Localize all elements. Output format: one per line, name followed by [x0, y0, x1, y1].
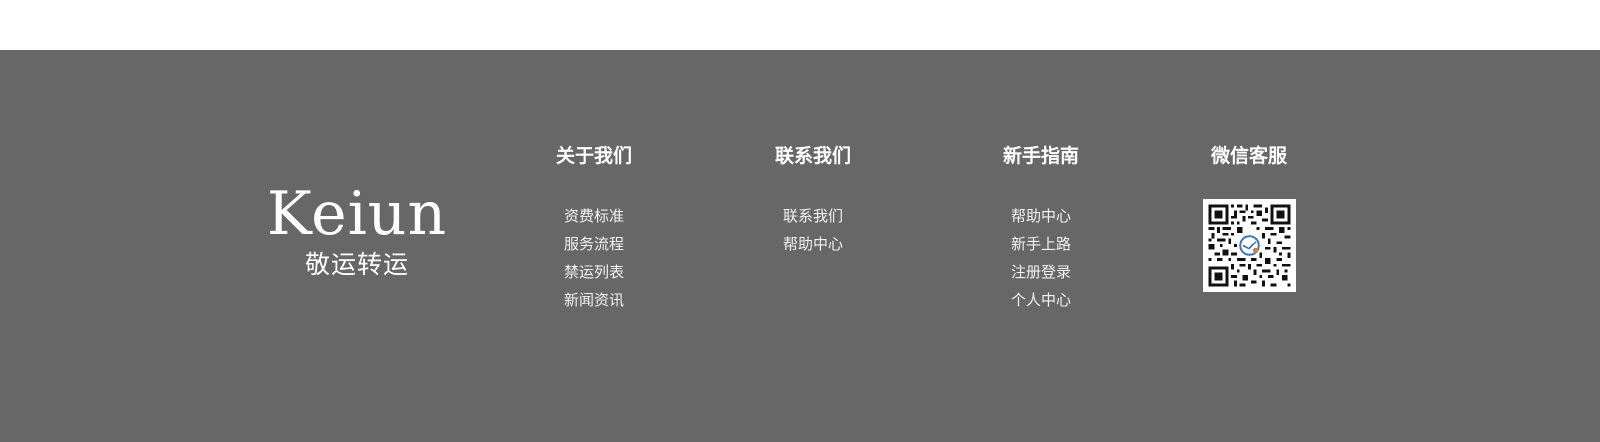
link-getting-started[interactable]: 新手上路	[961, 230, 1121, 258]
column-title-about: 关于我们	[555, 145, 632, 167]
link-help-center[interactable]: 帮助中心	[733, 230, 893, 258]
site-footer: Keiun 敬运转运 关于我们 资费标准 服务流程 禁运列表 新闻资讯 联系我们…	[0, 50, 1600, 442]
link-news[interactable]: 新闻资讯	[514, 286, 674, 314]
link-service-process[interactable]: 服务流程	[514, 230, 674, 258]
link-contact-us[interactable]: 联系我们	[733, 202, 893, 230]
column-title-contact: 联系我们	[774, 145, 851, 167]
page-top-blank	[0, 0, 1600, 50]
column-title-wechat: 微信客服	[1210, 145, 1287, 167]
footer-logo[interactable]: Keiun 敬运转运	[262, 184, 452, 280]
footer-column-contact: 联系我们 联系我们 帮助中心	[733, 144, 893, 258]
guide-links: 帮助中心 新手上路 注册登录 个人中心	[961, 202, 1121, 314]
logo-chinese-name: 敬运转运	[304, 250, 409, 279]
footer-column-guide: 新手指南 帮助中心 新手上路 注册登录 个人中心	[961, 144, 1121, 314]
footer-column-wechat: 微信客服	[1169, 144, 1329, 292]
about-links: 资费标准 服务流程 禁运列表 新闻资讯	[514, 202, 674, 314]
link-help-center-guide[interactable]: 帮助中心	[961, 202, 1121, 230]
link-personal-center[interactable]: 个人中心	[961, 286, 1121, 314]
column-title-guide: 新手指南	[1002, 145, 1079, 167]
wechat-qr-code-icon	[1202, 199, 1296, 292]
footer-column-about: 关于我们 资费标准 服务流程 禁运列表 新闻资讯	[514, 144, 674, 314]
contact-links: 联系我们 帮助中心	[733, 202, 893, 258]
link-register-login[interactable]: 注册登录	[961, 258, 1121, 286]
link-prohibited-list[interactable]: 禁运列表	[514, 258, 674, 286]
link-pricing[interactable]: 资费标准	[514, 202, 674, 230]
logo-wordmark: Keiun	[266, 179, 448, 249]
